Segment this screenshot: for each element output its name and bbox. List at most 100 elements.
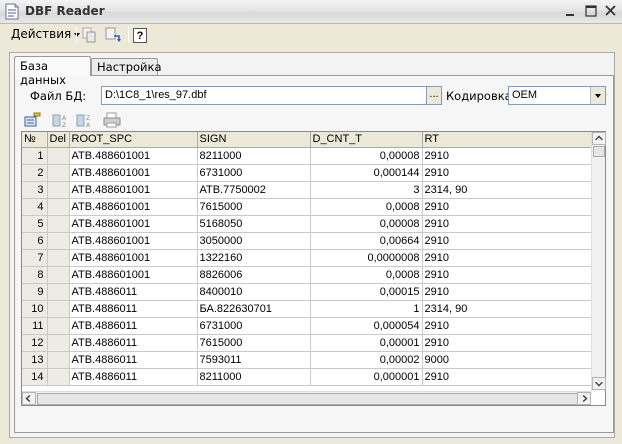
column-header-del[interactable]: Del [47,132,70,148]
cell-sign[interactable]: 7593011 [197,351,311,369]
table-row[interactable]: 1 АТВ.488601001 8211000 0,00008 2910 [22,147,592,165]
row-number[interactable]: 8 [22,266,48,284]
encoding-select[interactable]: OEM [508,86,606,105]
sort-descending-icon[interactable]: Z A [76,112,94,128]
minimize-icon[interactable] [562,3,580,20]
row-del-flag[interactable] [47,215,70,233]
cell-sign[interactable]: 8400010 [197,283,311,301]
data-grid[interactable]: № Del ROOT_SPC SIGN D_CNT_T RT 1 АТВ.4886… [21,131,606,406]
cell-root-spc[interactable]: АТВ.4886011 [69,300,198,318]
table-row[interactable]: 10 АТВ.4886011 БА.822630701 1 2314, 90 [22,300,592,318]
row-del-flag[interactable] [47,249,70,267]
row-number[interactable]: 11 [22,317,48,335]
column-header-d-cnt-t[interactable]: D_CNT_T [310,132,423,148]
row-del-flag[interactable] [47,283,70,301]
cell-root-spc[interactable]: АТВ.488601001 [69,266,198,284]
cell-root-spc[interactable]: АТВ.4886011 [69,283,198,301]
cell-rt[interactable]: 2910 [422,215,592,233]
table-row[interactable]: 7 АТВ.488601001 1322160 0,0000008 2910 [22,249,592,267]
row-number[interactable]: 12 [22,334,48,352]
edit-icon[interactable] [24,112,42,128]
horizontal-scrollbar[interactable] [22,391,591,405]
row-del-flag[interactable] [47,147,70,165]
row-del-flag[interactable] [47,198,70,216]
cell-d-cnt-t[interactable]: 0,00008 [310,147,423,165]
cell-rt[interactable]: 2910 [422,266,592,284]
cell-root-spc[interactable]: АТВ.4886011 [69,317,198,335]
browse-button[interactable]: ... [426,86,442,105]
cell-root-spc[interactable]: АТВ.4886011 [69,334,198,352]
column-header-sign[interactable]: SIGN [197,132,311,148]
cell-sign[interactable]: 6731000 [197,164,311,182]
table-row[interactable]: 14 АТВ.4886011 8211000 0,000001 2910 [22,368,592,386]
horizontal-scroll-thumb[interactable] [37,393,580,405]
column-header-rt[interactable]: RT [422,132,592,148]
cell-rt[interactable]: 2910 [422,198,592,216]
cell-d-cnt-t[interactable]: 0,00008 [310,215,423,233]
row-del-flag[interactable] [47,164,70,182]
scroll-left-icon[interactable] [22,392,36,405]
cell-sign[interactable]: 7615000 [197,198,311,216]
cell-d-cnt-t[interactable]: 0,000144 [310,164,423,182]
row-number[interactable]: 14 [22,368,48,386]
cell-root-spc[interactable]: АТВ.488601001 [69,164,198,182]
cell-root-spc[interactable]: АТВ.488601001 [69,249,198,267]
row-number[interactable]: 10 [22,300,48,318]
cell-root-spc[interactable]: АТВ.488601001 [69,181,198,199]
cell-d-cnt-t[interactable]: 0,000054 [310,317,423,335]
tab-database[interactable]: База данных [14,56,91,87]
row-del-flag[interactable] [47,300,70,318]
table-row[interactable]: 12 АТВ.4886011 7615000 0,00001 2910 [22,334,592,352]
cell-sign[interactable]: 6731000 [197,317,311,335]
cell-rt[interactable]: 2910 [422,232,592,250]
copy-icon[interactable] [80,26,98,44]
cell-d-cnt-t[interactable]: 0,000001 [310,368,423,386]
row-del-flag[interactable] [47,232,70,250]
scroll-down-icon[interactable] [592,377,606,390]
table-row[interactable]: 8 АТВ.488601001 8826006 0,0008 2910 [22,266,592,284]
cell-rt[interactable]: 2910 [422,249,592,267]
row-number[interactable]: 7 [22,249,48,267]
table-row[interactable]: 3 АТВ.488601001 АТВ.7750002 3 2314, 90 [22,181,592,199]
row-number[interactable]: 4 [22,198,48,216]
chevron-down-icon[interactable] [590,87,605,104]
scroll-right-icon[interactable] [577,392,591,405]
cell-root-spc[interactable]: АТВ.488601001 [69,215,198,233]
cell-root-spc[interactable]: АТВ.4886011 [69,351,198,369]
cell-root-spc[interactable]: АТВ.4886011 [69,368,198,386]
cell-sign[interactable]: 5168050 [197,215,311,233]
cell-sign[interactable]: 8826006 [197,266,311,284]
row-number[interactable]: 2 [22,164,48,182]
table-row[interactable]: 5 АТВ.488601001 5168050 0,00008 2910 [22,215,592,233]
row-del-flag[interactable] [47,266,70,284]
refresh-icon[interactable] [104,26,122,44]
vertical-scroll-thumb[interactable] [593,146,605,157]
cell-sign[interactable]: БА.822630701 [197,300,311,318]
row-del-flag[interactable] [47,334,70,352]
sort-ascending-icon[interactable]: A Z [52,112,70,128]
cell-sign[interactable]: 1322160 [197,249,311,267]
table-row[interactable]: 4 АТВ.488601001 7615000 0,0008 2910 [22,198,592,216]
cell-d-cnt-t[interactable]: 3 [310,181,423,199]
row-number[interactable]: 1 [22,147,48,165]
cell-sign[interactable]: 8211000 [197,368,311,386]
close-icon[interactable] [602,3,620,20]
table-row[interactable]: 2 АТВ.488601001 6731000 0,000144 2910 [22,164,592,182]
table-row[interactable]: 6 АТВ.488601001 3050000 0,00664 2910 [22,232,592,250]
cell-root-spc[interactable]: АТВ.488601001 [69,232,198,250]
cell-d-cnt-t[interactable]: 0,00001 [310,334,423,352]
row-del-flag[interactable] [47,351,70,369]
cell-root-spc[interactable]: АТВ.488601001 [69,198,198,216]
tab-settings[interactable]: Настройка [91,58,162,75]
row-number[interactable]: 13 [22,351,48,369]
file-path-field[interactable]: D:\1C8_1\res_97.dbf [101,86,427,105]
cell-d-cnt-t[interactable]: 0,00002 [310,351,423,369]
cell-rt[interactable]: 2910 [422,147,592,165]
table-row[interactable]: 11 АТВ.4886011 6731000 0,000054 2910 [22,317,592,335]
print-icon[interactable] [103,112,121,128]
cell-d-cnt-t[interactable]: 0,00015 [310,283,423,301]
actions-menu[interactable]: Действия [8,26,83,44]
cell-rt[interactable]: 2910 [422,317,592,335]
row-del-flag[interactable] [47,181,70,199]
cell-root-spc[interactable]: АТВ.488601001 [69,147,198,165]
